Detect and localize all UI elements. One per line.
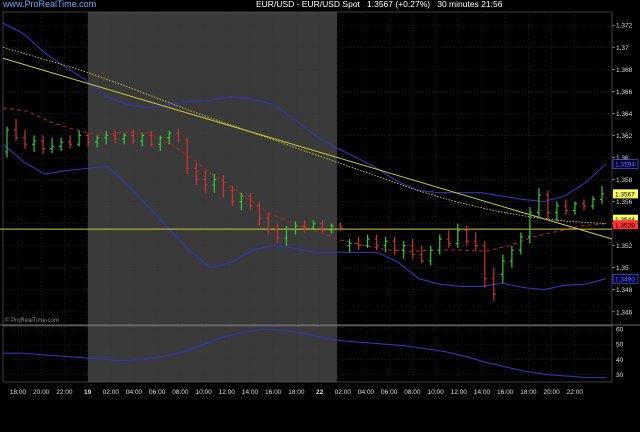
- oscillator-tick-label: 40: [616, 357, 624, 364]
- x-tick-label: 02:00: [103, 389, 120, 396]
- watermark: © ProRealTime.com: [5, 317, 59, 324]
- y-tick-label: 1.346: [616, 309, 633, 316]
- x-tick-label: 18:00: [520, 389, 537, 396]
- chart-title: EUR/USD - EUR/USD Spot 1.3567 (+0.27%) 3…: [256, 0, 502, 9]
- x-tick-label: 04:00: [358, 389, 375, 396]
- x-tick-label: 18:00: [288, 389, 305, 396]
- x-tick-label: 16:00: [265, 389, 282, 396]
- x-tick-label: 06:00: [149, 389, 166, 396]
- x-tick-label: 20:00: [543, 389, 560, 396]
- price-label: 1.3594: [615, 162, 635, 169]
- y-tick-label: 1.356: [616, 199, 633, 206]
- price-label: 1.3567: [615, 191, 635, 198]
- price-label: 1.3490: [615, 276, 635, 283]
- x-tick-label: 10:00: [195, 389, 212, 396]
- oscillator-tick-label: 30: [616, 372, 624, 379]
- x-tick-label: 20:00: [33, 389, 50, 396]
- x-tick-label: 16:00: [497, 389, 514, 396]
- chart-area[interactable]: 1.372 1.37 1.368 1.366 1.364 1.362 1.36 1.358 1.…: [0, 11, 640, 427]
- y-tick-label: 1.364: [616, 111, 633, 118]
- y-tick-label: 1.368: [616, 67, 633, 74]
- y-tick-label: 1.372: [616, 23, 633, 30]
- clock-time: 21:56: [481, 0, 503, 9]
- x-tick-label: 12:00: [451, 389, 468, 396]
- x-tick-label: 18:00: [10, 389, 27, 396]
- x-tick-label: 22: [316, 389, 324, 396]
- y-tick-label: 1.362: [616, 133, 633, 140]
- y-tick-label: 1.352: [616, 243, 633, 250]
- x-tick-label: 08:00: [404, 389, 421, 396]
- x-tick-label: 06:00: [381, 389, 398, 396]
- weekend-shade: [88, 12, 337, 382]
- x-tick-label: 14:00: [242, 389, 259, 396]
- x-tick-label: 14:00: [474, 389, 491, 396]
- x-tick-label: 10:00: [427, 389, 444, 396]
- y-tick-label: 1.37: [616, 45, 629, 52]
- x-tick-label: 02:00: [335, 389, 352, 396]
- x-tick-label: 22:00: [567, 389, 584, 396]
- y-tick-label: 1.348: [616, 287, 633, 294]
- prorealtime-link[interactable]: www.ProRealTime.com: [3, 0, 96, 9]
- x-tick-label: 08:00: [172, 389, 189, 396]
- x-tick-label: 12:00: [219, 389, 236, 396]
- y-tick-label: 1.358: [616, 177, 633, 184]
- x-tick-label: 19: [84, 389, 92, 396]
- header-bar: www.ProRealTime.com EUR/USD - EUR/USD Sp…: [0, 0, 640, 11]
- candlestick-chart[interactable]: 1.3721.371.3681.3661.3641.3621.361.3581.…: [0, 11, 640, 427]
- x-tick-label: 04:00: [126, 389, 143, 396]
- last-price: 1.3567: [367, 0, 394, 9]
- price-label: 1.3539: [615, 222, 635, 229]
- price-change: (+0.27%): [395, 0, 431, 9]
- y-tick-label: 1.366: [616, 89, 633, 96]
- interval-label: 30 minutes: [437, 0, 479, 9]
- y-tick-label: 1.35: [616, 265, 629, 272]
- oscillator-tick-label: 50: [616, 342, 624, 349]
- oscillator-tick-label: 60: [616, 327, 624, 334]
- instrument-name: EUR/USD - EUR/USD Spot: [256, 0, 360, 9]
- x-tick-label: 22:00: [56, 389, 73, 396]
